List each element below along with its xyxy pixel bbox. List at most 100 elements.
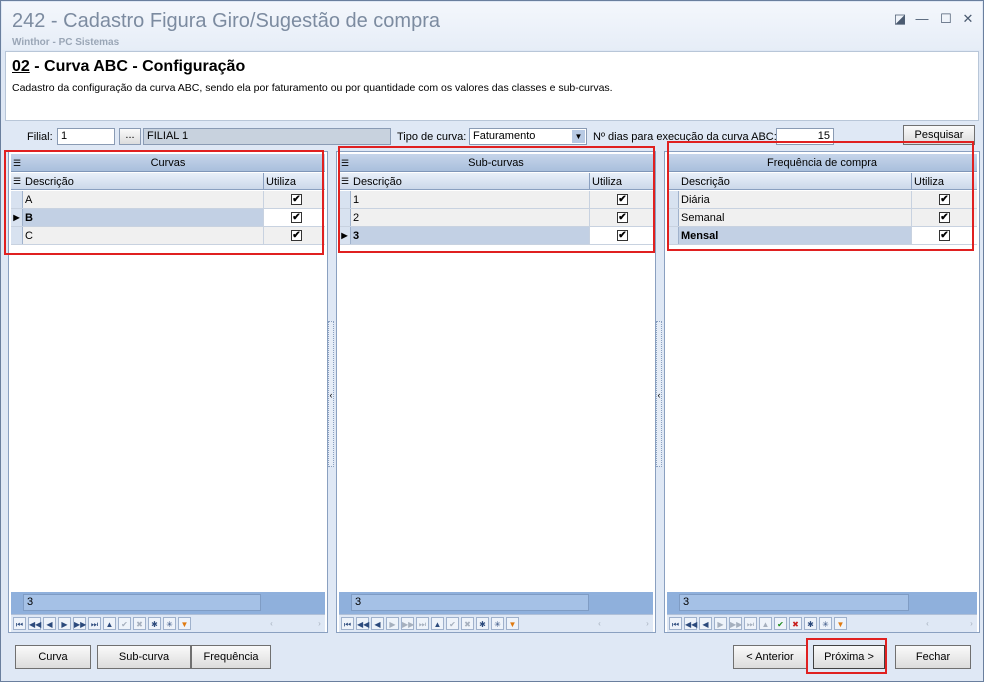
table-row[interactable]: 2 ✔: [339, 209, 653, 227]
dias-input[interactable]: 15: [776, 128, 834, 145]
first-record-icon[interactable]: ⏮: [13, 617, 26, 630]
splitter-handle[interactable]: ‹: [656, 321, 662, 467]
row-desc: 1: [353, 194, 360, 206]
insert-icon[interactable]: ▲: [103, 617, 116, 630]
table-row[interactable]: 1 ✔: [339, 191, 653, 209]
row-desc: A: [25, 194, 33, 206]
utiliza-checkbox[interactable]: ✔: [291, 212, 302, 223]
record-count: 3: [23, 594, 261, 611]
table-row[interactable]: Semanal ✔: [667, 209, 977, 227]
chevron-down-icon[interactable]: ▼: [572, 130, 585, 143]
prev-record-icon[interactable]: ◀: [699, 617, 712, 630]
minimize-icon[interactable]: —: [914, 11, 930, 26]
post-icon[interactable]: ✔: [118, 617, 131, 630]
curva-button[interactable]: Curva: [15, 645, 91, 669]
pesquisar-button[interactable]: Pesquisar: [903, 125, 975, 145]
table-row[interactable]: A ✔: [11, 191, 325, 209]
utiliza-checkbox[interactable]: ✔: [939, 194, 950, 205]
col-descricao[interactable]: Descrição: [25, 176, 74, 188]
maximize-icon[interactable]: ☐: [938, 11, 954, 27]
filial-input[interactable]: 1: [57, 128, 115, 145]
first-record-icon[interactable]: ⏮: [341, 617, 354, 630]
close-icon[interactable]: ✕: [960, 11, 976, 27]
utiliza-checkbox[interactable]: ✔: [939, 230, 950, 241]
next-page-icon[interactable]: ▶▶: [73, 617, 86, 630]
list-icon: ☰: [13, 176, 22, 186]
cancel-icon[interactable]: ✖: [789, 617, 802, 630]
first-record-icon[interactable]: ⏮: [669, 617, 682, 630]
table-row[interactable]: Mensal ✔: [667, 227, 977, 245]
next-page-icon[interactable]: ▶▶: [729, 617, 742, 630]
curvas-title: Curvas: [150, 157, 186, 169]
cancel-icon[interactable]: ✖: [133, 617, 146, 630]
table-row[interactable]: Diária ✔: [667, 191, 977, 209]
utiliza-checkbox[interactable]: ✔: [291, 194, 302, 205]
next-record-icon[interactable]: ▶: [58, 617, 71, 630]
utiliza-checkbox[interactable]: ✔: [617, 212, 628, 223]
prev-page-icon[interactable]: ◀◀: [684, 617, 697, 630]
subcurvas-grid-title: ☰ Sub-curvas: [339, 154, 653, 172]
cancel-icon[interactable]: ✖: [461, 617, 474, 630]
bookmark-icon[interactable]: ✳: [491, 617, 504, 630]
dias-label: Nº dias para execução da curva ABC:: [593, 131, 777, 143]
curvas-navigator: ⏮ ◀◀ ◀ ▶ ▶▶ ⏭ ▲ ✔ ✖ ✱ ✳ ▼ ‹ ›: [11, 614, 325, 632]
subcurva-button[interactable]: Sub-curva: [97, 645, 191, 669]
col-utiliza[interactable]: Utiliza: [589, 173, 624, 189]
splitter-handle[interactable]: ‹: [328, 321, 334, 467]
insert-icon[interactable]: ▲: [431, 617, 444, 630]
col-descricao[interactable]: Descrição: [681, 176, 730, 188]
col-descricao[interactable]: Descrição: [353, 176, 402, 188]
step-title: - Curva ABC - Configuração: [29, 58, 246, 75]
last-record-icon[interactable]: ⏭: [88, 617, 101, 630]
bookmark-icon[interactable]: ✳: [819, 617, 832, 630]
next-record-icon[interactable]: ▶: [386, 617, 399, 630]
scroll-left-icon[interactable]: ‹: [921, 617, 934, 630]
fechar-button[interactable]: Fechar: [895, 645, 971, 669]
proxima-button[interactable]: Próxima >: [813, 645, 885, 669]
tipo-curva-select[interactable]: Faturamento ▼: [469, 128, 587, 145]
frequencia-button[interactable]: Frequência: [191, 645, 271, 669]
prev-page-icon[interactable]: ◀◀: [28, 617, 41, 630]
utiliza-checkbox[interactable]: ✔: [291, 230, 302, 241]
scroll-right-icon[interactable]: ›: [965, 617, 978, 630]
col-utiliza[interactable]: Utiliza: [263, 173, 298, 189]
scroll-left-icon[interactable]: ‹: [593, 617, 606, 630]
filter-icon[interactable]: ▼: [834, 617, 847, 630]
row-desc: C: [25, 230, 33, 242]
subcurvas-panel: ☰ Sub-curvas ☰ Descrição Utiliza 1 ✔ 2 ✔ ▶ 3…: [336, 151, 656, 633]
scroll-right-icon[interactable]: ›: [641, 617, 654, 630]
table-row[interactable]: C ✔: [11, 227, 325, 245]
bookmark-icon[interactable]: ✳: [163, 617, 176, 630]
utiliza-checkbox[interactable]: ✔: [617, 194, 628, 205]
main-window: 242 - Cadastro Figura Giro/Sugestão de c…: [0, 0, 984, 682]
prev-record-icon[interactable]: ◀: [371, 617, 384, 630]
table-row[interactable]: ▶ 3 ✔: [339, 227, 653, 245]
next-page-icon[interactable]: ▶▶: [401, 617, 414, 630]
last-record-icon[interactable]: ⏭: [416, 617, 429, 630]
filter-icon[interactable]: ▼: [506, 617, 519, 630]
row-desc: 2: [353, 212, 360, 224]
col-utiliza[interactable]: Utiliza: [911, 173, 946, 189]
frequencia-column-header: Descrição Utiliza: [667, 173, 977, 190]
prev-record-icon[interactable]: ◀: [43, 617, 56, 630]
utiliza-checkbox[interactable]: ✔: [617, 230, 628, 241]
anterior-button[interactable]: < Anterior: [733, 645, 807, 669]
last-record-icon[interactable]: ⏭: [744, 617, 757, 630]
refresh-icon[interactable]: ✱: [476, 617, 489, 630]
filter-icon[interactable]: ▼: [178, 617, 191, 630]
frequencia-navigator: ⏮ ◀◀ ◀ ▶ ▶▶ ⏭ ▲ ✔ ✖ ✱ ✳ ▼ ‹ ›: [667, 614, 977, 632]
table-row[interactable]: ▶ B ✔: [11, 209, 325, 227]
filial-lookup-button[interactable]: ...: [119, 128, 141, 145]
restore-icon[interactable]: ◪: [892, 11, 908, 27]
insert-icon[interactable]: ▲: [759, 617, 772, 630]
scroll-right-icon[interactable]: ›: [313, 617, 326, 630]
curvas-footer: 3: [11, 592, 325, 614]
refresh-icon[interactable]: ✱: [804, 617, 817, 630]
next-record-icon[interactable]: ▶: [714, 617, 727, 630]
post-icon[interactable]: ✔: [774, 617, 787, 630]
post-icon[interactable]: ✔: [446, 617, 459, 630]
prev-page-icon[interactable]: ◀◀: [356, 617, 369, 630]
utiliza-checkbox[interactable]: ✔: [939, 212, 950, 223]
scroll-left-icon[interactable]: ‹: [265, 617, 278, 630]
refresh-icon[interactable]: ✱: [148, 617, 161, 630]
